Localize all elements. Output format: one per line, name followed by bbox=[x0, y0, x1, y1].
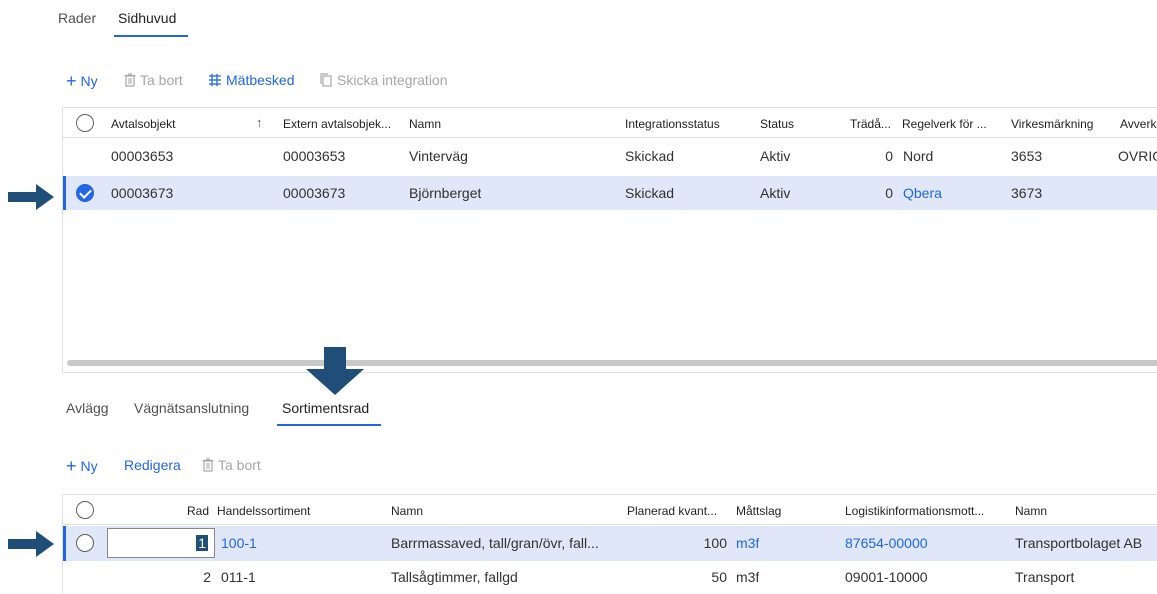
measure-icon bbox=[209, 74, 221, 86]
cell-virkesmarkning: 3653 bbox=[1011, 148, 1043, 164]
assortment-rows-grid: Rad Handelssortiment Namn Planerad kvant… bbox=[62, 494, 1157, 594]
new-button[interactable]: + Ny bbox=[66, 72, 98, 90]
cell-extern: 00003673 bbox=[283, 185, 346, 201]
col-logistikinformation[interactable]: Logistikinformationsmott... bbox=[845, 504, 1007, 518]
cell-logistik: 09001-10000 bbox=[845, 569, 928, 585]
cell-namn: Vinterväg bbox=[409, 148, 468, 164]
col-virkesmarkning[interactable]: Virkesmärkning bbox=[1011, 117, 1111, 131]
table-row-selected[interactable]: 00003673 00003673 Björnberget Skickad Ak… bbox=[63, 176, 1157, 210]
grid-header: Rad Handelssortiment Namn Planerad kvant… bbox=[63, 495, 1157, 525]
cell-namn: Tallsågtimmer, fallgd bbox=[391, 569, 518, 585]
delete-row-button[interactable]: Ta bort bbox=[202, 457, 261, 473]
cell-integrationsstatus: Skickad bbox=[625, 185, 675, 201]
cell-namn: Björnberget bbox=[409, 185, 482, 201]
trash-icon bbox=[202, 458, 214, 472]
cell-handelssortiment-link[interactable]: 100-1 bbox=[221, 535, 257, 551]
delete-button[interactable]: Ta bort bbox=[124, 72, 183, 88]
col-regelverk[interactable]: Regelverk för ... bbox=[902, 117, 1002, 131]
table-row[interactable]: 00003653 00003653 Vinterväg Skickad Akti… bbox=[63, 140, 1157, 172]
sort-ascending-icon: ↑ bbox=[256, 115, 263, 130]
tab-vagnatsanslutning[interactable]: Vägnätsanslutning bbox=[134, 400, 249, 416]
cell-tradag: 0 bbox=[885, 185, 893, 201]
col-planerad-kvantitet[interactable]: Planerad kvant... bbox=[627, 504, 735, 518]
col-handelssortiment[interactable]: Handelssortiment bbox=[217, 504, 377, 518]
select-all-radio[interactable] bbox=[76, 501, 94, 519]
cell-mattslag-link[interactable]: m3f bbox=[736, 535, 759, 551]
col-avverk[interactable]: Avverk bbox=[1120, 117, 1157, 131]
cell-namn-2: Transport bbox=[1015, 569, 1075, 585]
table-row[interactable]: 2 011-1 Tallsågtimmer, fallgd 50 m3f 090… bbox=[63, 561, 1157, 593]
col-status[interactable]: Status bbox=[760, 117, 820, 131]
plus-icon: + bbox=[66, 456, 77, 476]
cell-mattslag: m3f bbox=[736, 569, 760, 585]
cell-status: Aktiv bbox=[760, 148, 791, 164]
annotation-arrow-right-icon bbox=[8, 531, 54, 557]
tab-sortimentsrad[interactable]: Sortimentsrad bbox=[282, 400, 369, 416]
cell-rad: 2 bbox=[203, 569, 211, 585]
row-select-checkmark[interactable] bbox=[76, 184, 94, 202]
copy-icon bbox=[320, 73, 332, 87]
measure-button-label: Mätbesked bbox=[226, 72, 295, 88]
cell-namn-2: Transportbolaget AB bbox=[1015, 535, 1143, 551]
annotation-arrow-down-icon bbox=[306, 347, 364, 395]
tab-sidhuvud[interactable]: Sidhuvud bbox=[118, 10, 176, 26]
send-integration-label: Skicka integration bbox=[337, 72, 448, 88]
horizontal-scrollbar[interactable] bbox=[67, 360, 1157, 366]
cell-integrationsstatus: Skickad bbox=[625, 148, 675, 164]
tab-sortimentsrad-underline bbox=[277, 424, 381, 426]
cell-regelverk: Nord bbox=[903, 148, 934, 164]
table-row-selected[interactable]: 1 100-1 Barrmassaved, tall/gran/övr, fal… bbox=[63, 526, 1157, 561]
rad-edit-field[interactable]: 1 bbox=[107, 528, 215, 558]
new-row-label: Ny bbox=[80, 458, 98, 474]
col-namn[interactable]: Namn bbox=[409, 117, 609, 131]
cell-regelverk-link[interactable]: Qbera bbox=[903, 185, 942, 201]
col-tradag[interactable]: Trädå... bbox=[850, 117, 898, 131]
col-extern-avtalsobjekt[interactable]: Extern avtalsobjek... bbox=[283, 117, 401, 131]
cell-avtalsobjekt: 00003653 bbox=[111, 148, 174, 164]
cell-status: Aktiv bbox=[760, 185, 791, 201]
edit-button[interactable]: Redigera bbox=[124, 457, 181, 473]
cell-extern: 00003653 bbox=[283, 148, 346, 164]
tab-sidhuvud-underline bbox=[114, 35, 188, 37]
col-namn[interactable]: Namn bbox=[391, 504, 591, 518]
delete-button-label: Ta bort bbox=[140, 72, 183, 88]
cell-namn: Barrmassaved, tall/gran/övr, fall... bbox=[391, 535, 599, 551]
cell-tradag: 0 bbox=[885, 148, 893, 164]
annotation-arrow-right-icon bbox=[8, 184, 54, 210]
col-mattslag[interactable]: Måttslag bbox=[736, 504, 816, 518]
agreement-objects-grid: Avtalsobjekt ↑ Extern avtalsobjek... Nam… bbox=[62, 107, 1157, 373]
trash-icon bbox=[124, 73, 136, 87]
col-integrationsstatus[interactable]: Integrationsstatus bbox=[625, 117, 751, 131]
grid-header: Avtalsobjekt ↑ Extern avtalsobjek... Nam… bbox=[63, 108, 1157, 138]
cell-logistik-link[interactable]: 87654-00000 bbox=[845, 535, 928, 551]
plus-icon: + bbox=[66, 71, 77, 91]
col-avtalsobjekt[interactable]: Avtalsobjekt bbox=[111, 117, 241, 131]
new-button-label: Ny bbox=[80, 73, 98, 89]
edit-button-label: Redigera bbox=[124, 457, 181, 473]
cell-handelssortiment: 011-1 bbox=[221, 569, 256, 585]
tab-avlagg[interactable]: Avlägg bbox=[66, 400, 109, 416]
row-select-radio[interactable] bbox=[76, 534, 94, 552]
col-namn-2[interactable]: Namn bbox=[1015, 504, 1115, 518]
cell-virkesmarkning: 3673 bbox=[1011, 185, 1043, 201]
delete-row-label: Ta bort bbox=[218, 457, 261, 473]
new-row-button[interactable]: + Ny bbox=[66, 457, 98, 475]
cell-planerad: 100 bbox=[703, 535, 727, 551]
col-rad[interactable]: Rad bbox=[187, 504, 213, 518]
tab-rader[interactable]: Rader bbox=[58, 10, 96, 26]
cell-avtalsobjekt: 00003673 bbox=[111, 185, 174, 201]
select-all-radio[interactable] bbox=[76, 114, 94, 132]
measure-button[interactable]: Mätbesked bbox=[208, 72, 294, 88]
cell-planerad: 50 bbox=[711, 569, 727, 585]
rad-edit-value: 1 bbox=[196, 535, 208, 551]
cell-avverk: OVRIG bbox=[1118, 148, 1157, 164]
send-integration-button[interactable]: Skicka integration bbox=[320, 72, 448, 88]
